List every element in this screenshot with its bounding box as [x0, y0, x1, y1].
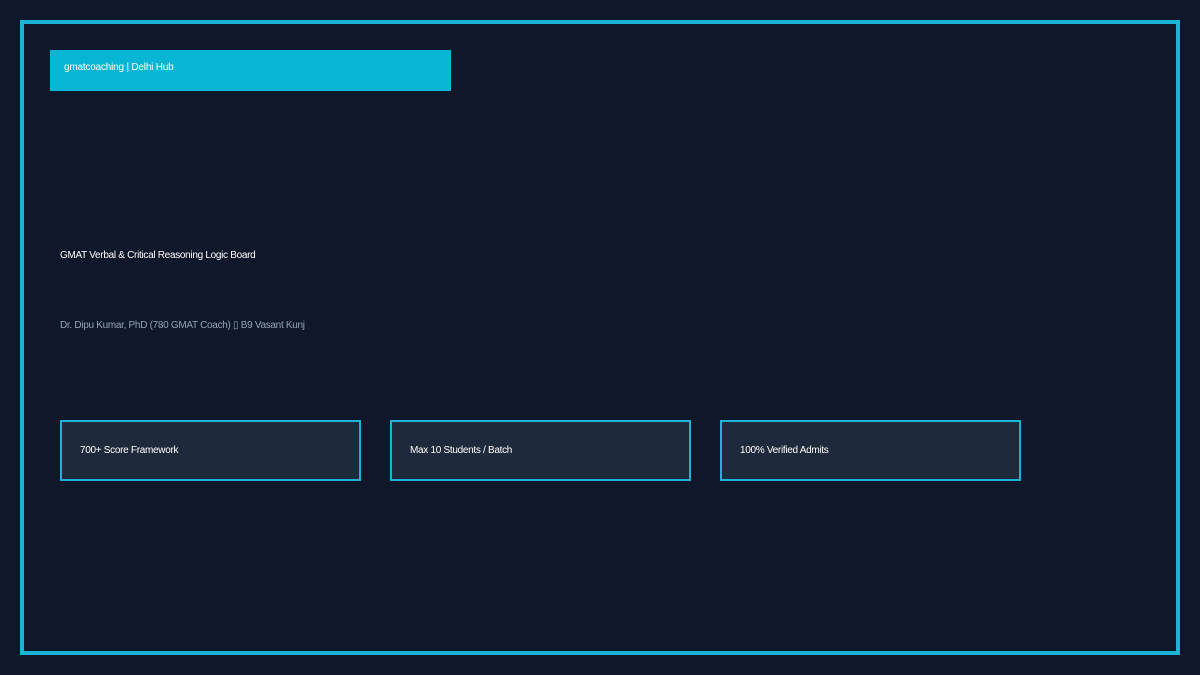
slide-frame — [20, 20, 1180, 655]
feature-card-label: Max 10 Students / Batch — [410, 445, 513, 456]
feature-card-batch-size: Max 10 Students / Batch — [390, 420, 691, 481]
brand-label: gmatcoaching | Delhi Hub — [64, 62, 174, 73]
feature-card-label: 100% Verified Admits — [740, 445, 829, 456]
slide-title: GMAT Verbal & Critical Reasoning Logic B… — [60, 250, 256, 261]
slide-subtitle: Dr. Dipu Kumar, PhD (780 GMAT Coach) ▯ B… — [60, 320, 305, 331]
feature-card-label: 700+ Score Framework — [80, 445, 179, 456]
feature-card-verified-admits: 100% Verified Admits — [720, 420, 1021, 481]
feature-card-score-framework: 700+ Score Framework — [60, 420, 361, 481]
brand-banner: gmatcoaching | Delhi Hub — [50, 50, 451, 91]
